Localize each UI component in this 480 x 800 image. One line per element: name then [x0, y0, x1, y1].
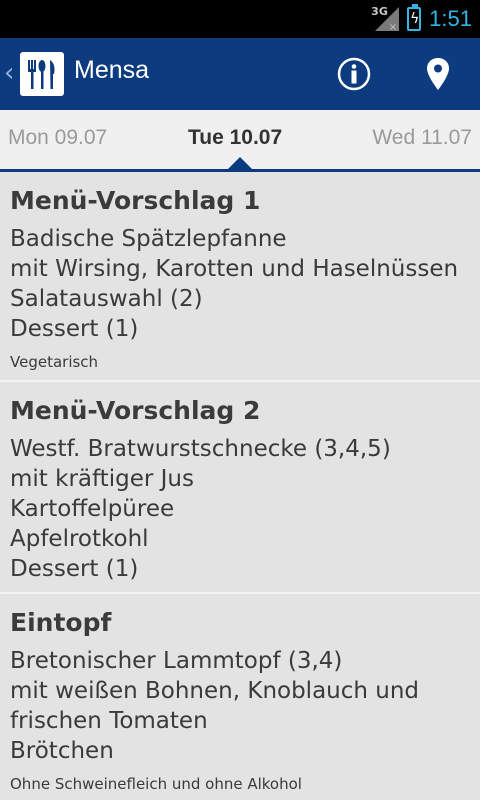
tab-previous-day[interactable]: Mon 09.07 — [8, 126, 107, 150]
meal-line: mit kräftiger Jus — [10, 466, 194, 492]
meal-line: Apfelrotkohl — [10, 526, 149, 552]
status-clock: 1:51 — [429, 6, 472, 31]
meal-line: mit Wirsing, Karotten und Haselnüssen — [10, 256, 459, 282]
status-bar: 3G × ϟ 1:51 — [0, 0, 480, 38]
tab-current-day[interactable]: Tue 10.07 — [188, 126, 282, 150]
meal-line: Salatauswahl (2) — [10, 286, 203, 312]
meal-card-1: Menü-Vorschlag 1 Badische Spätzlepfanne … — [0, 172, 480, 382]
meal-line: Dessert (1) — [10, 556, 139, 582]
action-bar: ‹ Mensa — [0, 38, 480, 110]
day-tab-strip: Mon 09.07 Tue 10.07 Wed 11.07 — [0, 110, 480, 172]
meal-line: Bretonischer Lammtopf (3,4) — [10, 648, 343, 674]
battery-charging-icon: ϟ — [407, 4, 422, 31]
meal-line: mit weißen Bohnen, Knoblauch und — [10, 678, 420, 704]
meal-title: Eintopf — [10, 608, 112, 637]
location-pin-icon[interactable] — [420, 56, 456, 92]
cutlery-app-icon[interactable] — [20, 52, 64, 96]
meal-note: Vegetarisch — [10, 353, 99, 371]
screen-title: Mensa — [74, 56, 150, 84]
meal-list[interactable]: Menü-Vorschlag 1 Badische Spätzlepfanne … — [0, 172, 480, 800]
current-tab-indicator — [228, 157, 252, 169]
meal-card-3: Eintopf Bretonischer Lammtopf (3,4) mit … — [0, 594, 480, 800]
meal-title: Menü-Vorschlag 2 — [10, 396, 261, 425]
meal-note: Ohne Schweinefleich und ohne Alkohol — [10, 775, 302, 793]
meal-line: Badische Spätzlepfanne — [10, 226, 287, 252]
meal-line: Dessert (1) — [10, 316, 139, 342]
tab-next-day[interactable]: Wed 11.07 — [372, 126, 472, 150]
info-icon[interactable] — [336, 56, 372, 92]
up-caret-icon[interactable]: ‹ — [4, 58, 14, 88]
mobile-signal-icon: 3G × — [371, 5, 400, 33]
meal-title: Menü-Vorschlag 1 — [10, 186, 261, 215]
meal-line: frischen Tomaten — [10, 708, 208, 734]
meal-card-2: Menü-Vorschlag 2 Westf. Bratwurstschneck… — [0, 382, 480, 594]
meal-line: Kartoffelpüree — [10, 496, 175, 522]
meal-line: Brötchen — [10, 738, 114, 764]
meal-line: Westf. Bratwurstschnecke (3,4,5) — [10, 436, 391, 462]
